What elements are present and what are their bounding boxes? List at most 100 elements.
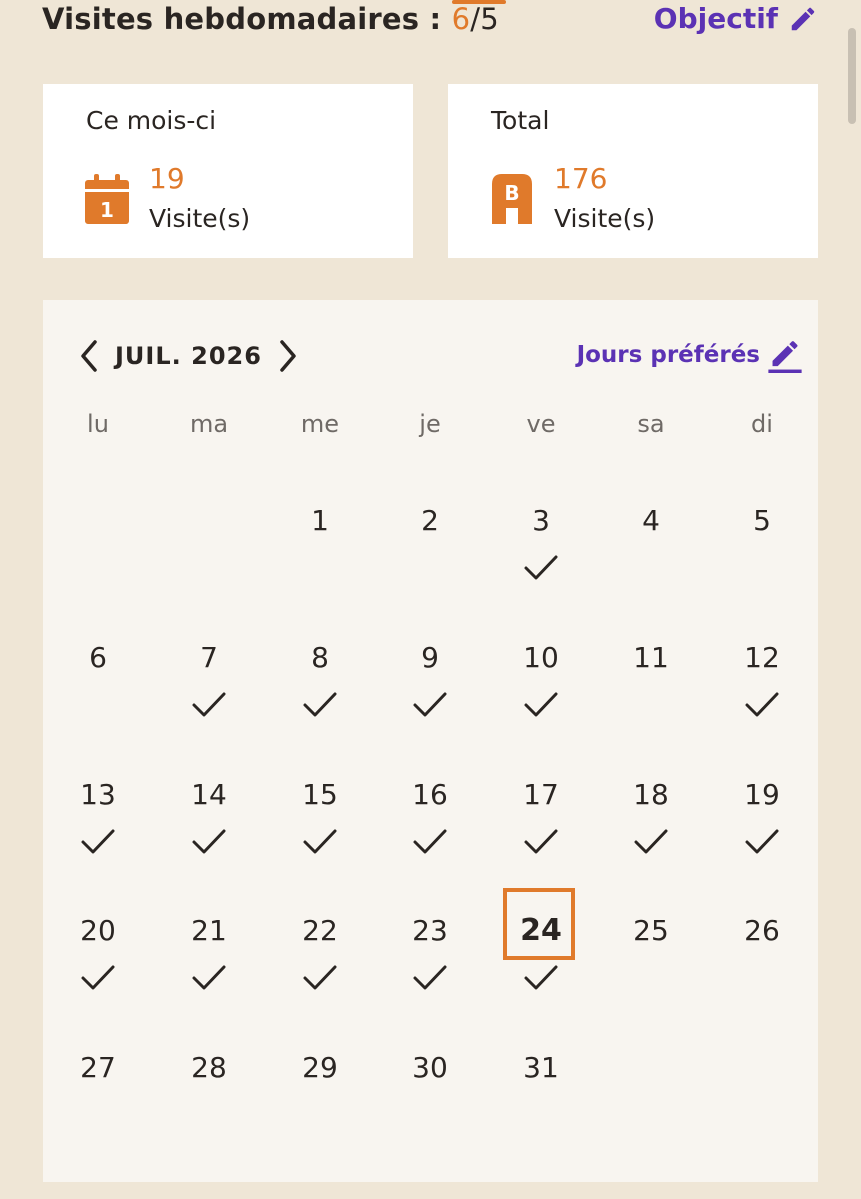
check-icon <box>303 829 337 854</box>
day-number: 17 <box>523 778 559 811</box>
calendar-day[interactable]: 5 <box>722 503 802 623</box>
day-number: 31 <box>523 1051 559 1084</box>
day-number: 23 <box>412 914 448 947</box>
day-number: 20 <box>80 914 116 947</box>
brand-building-icon: B <box>492 174 532 224</box>
weekday-je: je <box>419 410 441 438</box>
calendar-day[interactable]: 15 <box>280 777 360 897</box>
weekday-sa: sa <box>637 410 665 438</box>
calendar-day[interactable]: 24 <box>501 888 581 1033</box>
day-number: 14 <box>191 778 227 811</box>
day-number: 27 <box>80 1051 116 1084</box>
calendar-day[interactable]: 16 <box>390 777 470 897</box>
calendar-day[interactable]: 7 <box>169 640 249 760</box>
calendar-day[interactable]: 10 <box>501 640 581 760</box>
check-icon <box>192 829 226 854</box>
calendar-day[interactable]: 18 <box>611 777 691 897</box>
check-icon <box>524 965 558 990</box>
day-number: 19 <box>744 778 780 811</box>
day-number: 8 <box>311 641 329 674</box>
calendar-day[interactable]: 20 <box>58 913 138 1033</box>
day-number: 7 <box>200 641 218 674</box>
check-icon <box>413 829 447 854</box>
day-number: 15 <box>302 778 338 811</box>
calendar-day[interactable]: 27 <box>58 1050 138 1170</box>
weekly-visits-header: Visites hebdomadaires : 6/5 Objectif <box>42 0 822 44</box>
month-label: JUIL. 2026 <box>115 342 262 370</box>
check-icon <box>303 692 337 717</box>
month-visits-value: 19 <box>149 162 185 195</box>
weekly-visits-title: Visites hebdomadaires : 6/5 <box>42 2 499 36</box>
month-navigation: JUIL. 2026 <box>77 338 300 374</box>
weekly-visits-goal: /5 <box>470 2 499 36</box>
building-icon-text: B <box>504 181 519 205</box>
day-number: 28 <box>191 1051 227 1084</box>
day-number: 12 <box>744 641 780 674</box>
weekday-ve: ve <box>526 410 556 438</box>
calendar-day[interactable]: 26 <box>722 913 802 1033</box>
calendar-day[interactable]: 14 <box>169 777 249 897</box>
check-icon <box>303 965 337 990</box>
calendar-day[interactable]: 17 <box>501 777 581 897</box>
check-icon <box>524 555 558 580</box>
calendar-day[interactable]: 19 <box>722 777 802 897</box>
day-number: 21 <box>191 914 227 947</box>
calendar-icon: 1 <box>85 174 129 224</box>
calendar-day[interactable]: 12 <box>722 640 802 760</box>
calendar-day[interactable]: 9 <box>390 640 470 760</box>
calendar-day[interactable]: 23 <box>390 913 470 1033</box>
calendar-day[interactable]: 2 <box>390 503 470 623</box>
month-card-title: Ce mois-ci <box>86 106 217 135</box>
check-icon <box>524 829 558 854</box>
chevron-left-icon <box>81 340 97 372</box>
next-month-button[interactable] <box>276 338 300 374</box>
weekday-me: me <box>300 410 340 438</box>
weekday-di: di <box>751 410 773 438</box>
check-icon <box>192 965 226 990</box>
calendar-day[interactable]: 13 <box>58 777 138 897</box>
calendar-day[interactable]: 3 <box>501 503 581 623</box>
calendar-day[interactable]: 8 <box>280 640 360 760</box>
calendar-day[interactable]: 29 <box>280 1050 360 1170</box>
calendar-day[interactable]: 30 <box>390 1050 470 1170</box>
day-number: 18 <box>633 778 669 811</box>
check-icon <box>745 829 779 854</box>
month-visits-unit: Visite(s) <box>149 204 251 233</box>
day-number: 11 <box>633 641 669 674</box>
day-number: 6 <box>89 641 107 674</box>
day-number: 13 <box>80 778 116 811</box>
calendar-day[interactable]: 28 <box>169 1050 249 1170</box>
weekly-visits-done: 6 <box>451 2 471 36</box>
visits-calendar: JUIL. 2026 Jours préférés lu ma me je ve sa di… <box>43 300 818 1182</box>
calendar-day[interactable]: 1 <box>280 503 360 623</box>
day-number: 3 <box>532 504 550 537</box>
calendar-day[interactable]: 31 <box>501 1050 581 1170</box>
calendar-day[interactable]: 22 <box>280 913 360 1033</box>
day-number: 26 <box>744 914 780 947</box>
calendar-day[interactable]: 4 <box>611 503 691 623</box>
check-icon <box>192 692 226 717</box>
total-visits-unit: Visite(s) <box>554 204 656 233</box>
check-icon <box>634 829 668 854</box>
day-number: 29 <box>302 1051 338 1084</box>
day-number: 1 <box>311 504 329 537</box>
calendar-day[interactable]: 21 <box>169 913 249 1033</box>
total-card-title: Total <box>491 106 550 135</box>
day-number: 2 <box>421 504 439 537</box>
previous-month-button[interactable] <box>77 338 101 374</box>
check-icon <box>81 965 115 990</box>
day-number: 25 <box>633 914 669 947</box>
calendar-day[interactable]: 6 <box>58 640 138 760</box>
objective-label: Objectif <box>653 2 778 35</box>
favorite-days-label: Jours préférés <box>576 342 760 368</box>
pencil-icon <box>791 7 815 30</box>
check-icon <box>524 692 558 717</box>
scrollbar[interactable] <box>848 28 856 124</box>
pencil-icon <box>768 341 802 373</box>
edit-favorite-days-button[interactable]: Jours préférés <box>577 337 802 373</box>
day-number: 4 <box>642 504 660 537</box>
calendar-day[interactable]: 11 <box>611 640 691 760</box>
calendar-day[interactable]: 25 <box>611 913 691 1033</box>
edit-objective-button[interactable]: Objectif <box>654 2 818 35</box>
weekly-visits-label: Visites hebdomadaires : <box>42 2 442 36</box>
